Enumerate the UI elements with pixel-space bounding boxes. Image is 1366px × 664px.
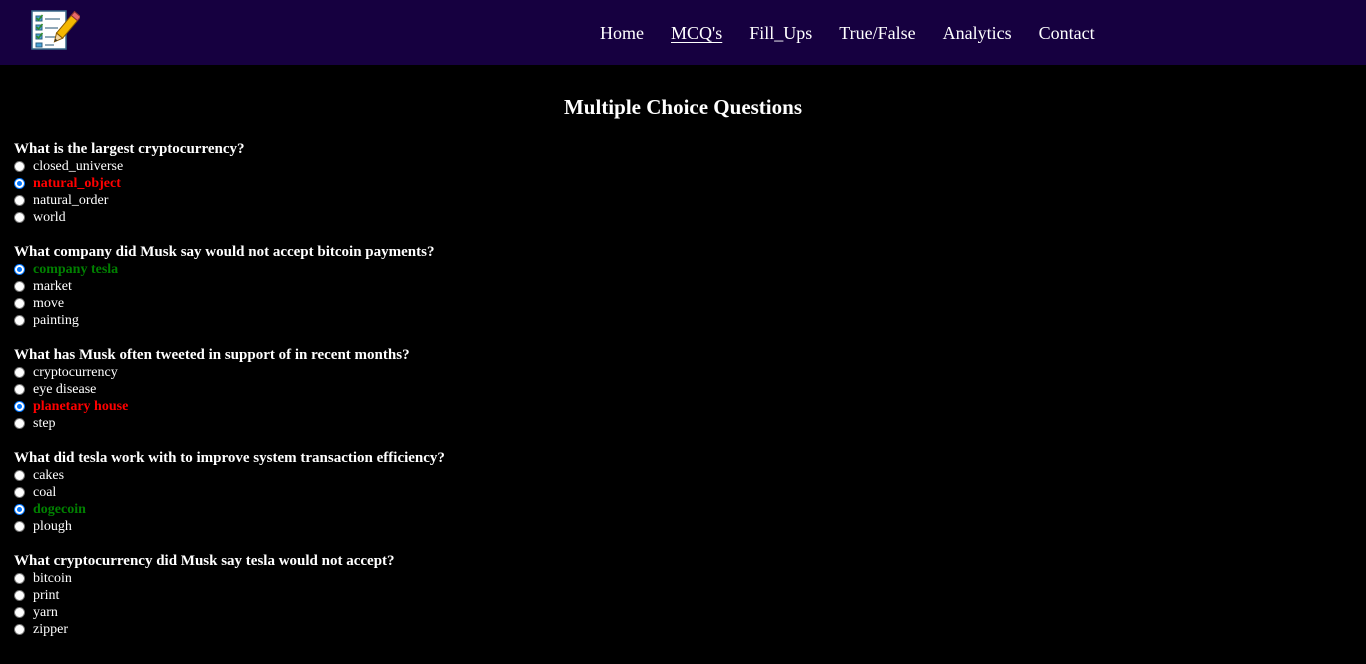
question-block: What has Musk often tweeted in support o… [14,347,1366,432]
nav-true-false-link[interactable]: True/False [839,24,915,42]
answer-radio[interactable] [14,195,25,206]
answer-radio[interactable] [14,521,25,532]
question-block: What is the largest cryptocurrency? close… [14,141,1366,226]
question-text: What is the largest cryptocurrency? [14,141,245,157]
answer-option[interactable]: painting [14,312,1366,329]
nav-contact-link[interactable]: Contact [1039,24,1095,42]
answer-label: plough [33,519,72,534]
answer-option[interactable]: market [14,278,1366,295]
answer-radio[interactable] [14,315,25,326]
answer-label: move [33,296,65,311]
quiz-form: What is the largest cryptocurrency? close… [0,131,1366,638]
answer-option[interactable]: natural_object [14,175,1366,192]
answer-option[interactable]: bitcoin [14,570,1366,587]
answer-radio[interactable] [14,624,25,635]
answer-option[interactable]: yarn [14,604,1366,621]
answer-radio[interactable] [14,281,25,292]
answer-label: dogecoin [33,502,86,517]
answer-option[interactable]: cryptocurrency [14,364,1366,381]
main-nav: Home MCQ's Fill_Ups True/False Analytics… [600,0,1122,65]
answer-label: natural_object [33,176,121,191]
answer-option[interactable]: world [14,209,1366,226]
answer-radio[interactable] [14,298,25,309]
answer-label: company tesla [33,262,119,277]
answer-label: zipper [33,622,68,637]
answer-label: coal [33,485,57,500]
answer-radio[interactable] [14,384,25,395]
answer-radio[interactable] [14,487,25,498]
answer-label: closed_universe [33,159,124,174]
answer-label: bitcoin [33,571,72,586]
answer-radio[interactable] [14,178,25,189]
answer-option[interactable]: step [14,415,1366,432]
answer-label: market [33,279,72,294]
answer-radio[interactable] [14,367,25,378]
answer-radio[interactable] [14,504,25,515]
answer-label: world [33,210,66,225]
answer-label: painting [33,313,79,328]
answer-label: planetary house [33,399,129,414]
nav-fill-ups-link[interactable]: Fill_Ups [749,24,812,42]
question-text: What has Musk often tweeted in support o… [14,347,410,363]
answer-option[interactable]: closed_universe [14,158,1366,175]
question-block: What company did Musk say would not acce… [14,244,1366,329]
answer-label: natural_order [33,193,109,208]
answer-option[interactable]: natural_order [14,192,1366,209]
answer-radio[interactable] [14,212,25,223]
answer-radio[interactable] [14,573,25,584]
answer-option[interactable]: zipper [14,621,1366,638]
question-text: What did tesla work with to improve syst… [14,450,445,466]
quiz-checklist-pencil-icon[interactable] [30,8,82,54]
answer-radio[interactable] [14,161,25,172]
answer-radio[interactable] [14,401,25,412]
answer-label: yarn [33,605,58,620]
answer-label: step [33,416,56,431]
answer-option[interactable]: eye disease [14,381,1366,398]
question-block: What did tesla work with to improve syst… [14,450,1366,535]
question-text: What company did Musk say would not acce… [14,244,435,260]
answer-option[interactable]: print [14,587,1366,604]
answer-radio[interactable] [14,470,25,481]
answer-option[interactable]: cakes [14,467,1366,484]
answer-option[interactable]: plough [14,518,1366,535]
answer-option[interactable]: coal [14,484,1366,501]
answer-option[interactable]: planetary house [14,398,1366,415]
navbar: Home MCQ's Fill_Ups True/False Analytics… [0,0,1366,65]
page-title: Multiple Choice Questions [563,95,802,119]
answer-label: eye disease [33,382,97,397]
nav-home-link[interactable]: Home [600,24,644,42]
answer-radio[interactable] [14,418,25,429]
question-text: What cryptocurrency did Musk say tesla w… [14,553,395,569]
answer-radio[interactable] [14,590,25,601]
answer-option[interactable]: company tesla [14,261,1366,278]
answer-option[interactable]: move [14,295,1366,312]
answer-radio[interactable] [14,264,25,275]
nav-mcqs-link[interactable]: MCQ's [671,24,722,42]
nav-analytics-link[interactable]: Analytics [943,24,1012,42]
answer-label: cryptocurrency [33,365,118,380]
answer-label: print [33,588,60,603]
answer-option[interactable]: dogecoin [14,501,1366,518]
answer-label: cakes [33,468,65,483]
question-block: What cryptocurrency did Musk say tesla w… [14,553,1366,638]
answer-radio[interactable] [14,607,25,618]
